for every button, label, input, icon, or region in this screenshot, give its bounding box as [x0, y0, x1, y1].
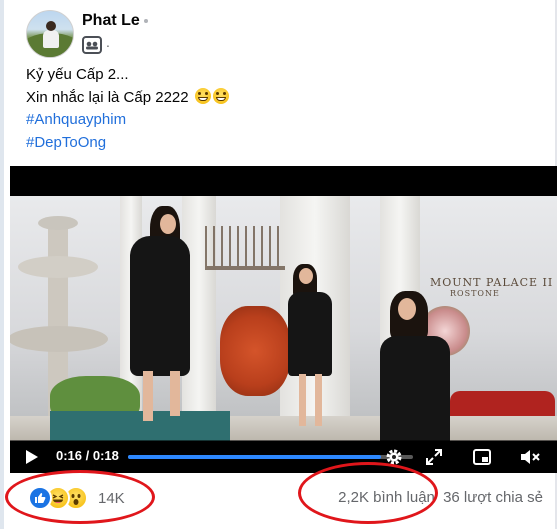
engagement-stats: 2,2K bình luận 36 lượt chia sẻ [334, 489, 543, 506]
author-name-text[interactable]: Phat Le [82, 12, 140, 29]
reactions-summary[interactable]: 14K [28, 486, 125, 510]
post-line-2-text: Xin nhắc lại là Cấp 2222 [26, 88, 189, 106]
sign-subtext: ROSTONE [450, 289, 500, 298]
video-controls: 0:16 / 0:18 [10, 440, 557, 473]
left-border [0, 0, 4, 529]
grinning-emoji-icon [194, 87, 211, 104]
volume-icon[interactable] [516, 440, 544, 473]
post-text: Kỷ yếu Cấp 2... Xin nhắc lại là Cấp 2222… [26, 64, 229, 154]
name-separator [143, 18, 148, 23]
sign-text: MOUNT PALACE II [430, 276, 554, 289]
comments-count[interactable]: 2,2K bình luận [338, 489, 435, 506]
progress-bar[interactable] [128, 455, 413, 459]
reaction-count[interactable]: 14K [98, 490, 125, 507]
fullscreen-icon[interactable] [422, 440, 446, 473]
video-player[interactable]: MOUNT PALACE II ROSTONE 0:16 / 0:18 [10, 166, 557, 473]
shares-count[interactable]: 36 lượt chia sẻ [443, 489, 543, 506]
hashtag-link[interactable]: #Anhquayphim [26, 109, 229, 132]
video-time: 0:16 / 0:18 [56, 448, 119, 463]
progress-fill [128, 455, 382, 459]
play-icon[interactable] [22, 440, 42, 473]
sign-palace: MOUNT PALACE II ROSTONE [430, 276, 553, 298]
hashtag-link[interactable]: #DepToOng [26, 132, 229, 155]
video-frame[interactable]: MOUNT PALACE II ROSTONE [10, 196, 557, 441]
miniplayer-icon[interactable] [470, 440, 494, 473]
post-line-1: Kỷ yếu Cấp 2... [26, 66, 129, 83]
group-icon[interactable] [82, 36, 102, 54]
grinning-emoji-icon [212, 87, 229, 104]
author-name[interactable]: Phat Le [82, 12, 148, 30]
post-meta: . [82, 34, 110, 54]
post-line-2: Xin nhắc lại là Cấp 2222 [26, 87, 229, 110]
settings-icon[interactable] [382, 440, 406, 473]
meta-dot: . [106, 34, 110, 50]
like-icon [28, 486, 52, 510]
avatar[interactable] [26, 10, 74, 58]
